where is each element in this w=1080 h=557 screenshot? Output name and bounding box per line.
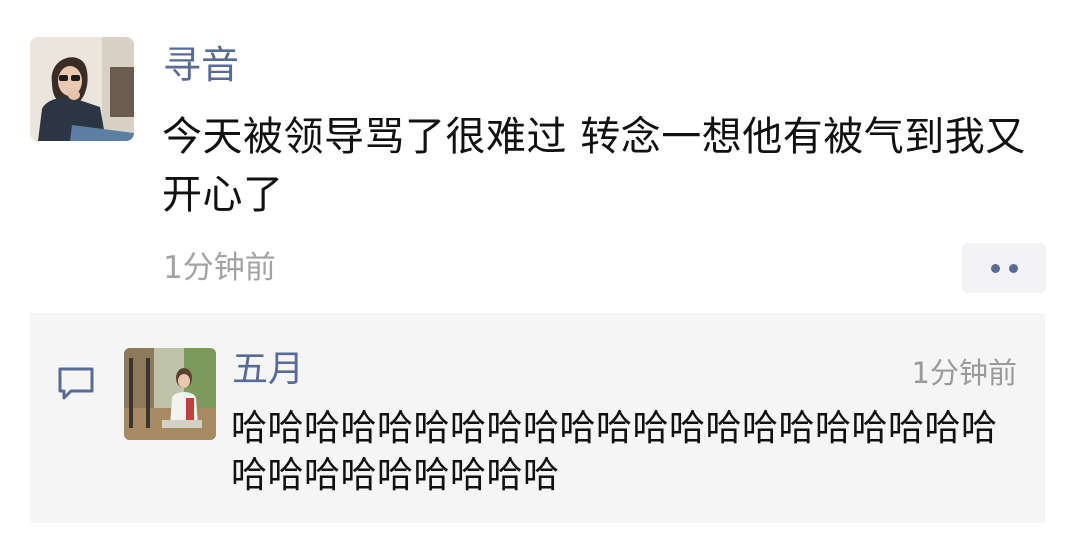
post-text: 今天被领导骂了很难过 转念一想他有被气到我又开心了 — [162, 114, 1026, 218]
moments-post: 寻音 今天被领导骂了很难过 转念一想他有被气到我又开心了 1分钟前 五月 1分钟… — [0, 0, 1080, 557]
comment-avatar-image — [124, 348, 216, 440]
comment-text: 哈哈哈哈哈哈哈哈哈哈哈哈哈哈哈哈哈哈哈哈哈哈哈哈哈哈哈哈哈哈 — [231, 408, 998, 496]
more-dots-icon — [1008, 263, 1018, 273]
post-timestamp: 1分钟前 — [163, 250, 276, 286]
author-name[interactable]: 寻音 — [163, 40, 239, 90]
comment-author-avatar[interactable] — [124, 348, 216, 440]
comment-bubble-icon — [55, 364, 97, 404]
author-avatar-image — [30, 37, 134, 141]
comment-timestamp: 1分钟前 — [911, 356, 1017, 390]
author-avatar[interactable] — [30, 37, 134, 141]
comment-author-name[interactable]: 五月 — [232, 347, 304, 393]
more-options-button[interactable] — [962, 243, 1046, 293]
comment-section: 五月 1分钟前 哈哈哈哈哈哈哈哈哈哈哈哈哈哈哈哈哈哈哈哈哈哈哈哈哈哈哈哈哈哈 — [30, 313, 1045, 523]
more-dots-icon — [990, 263, 1000, 273]
